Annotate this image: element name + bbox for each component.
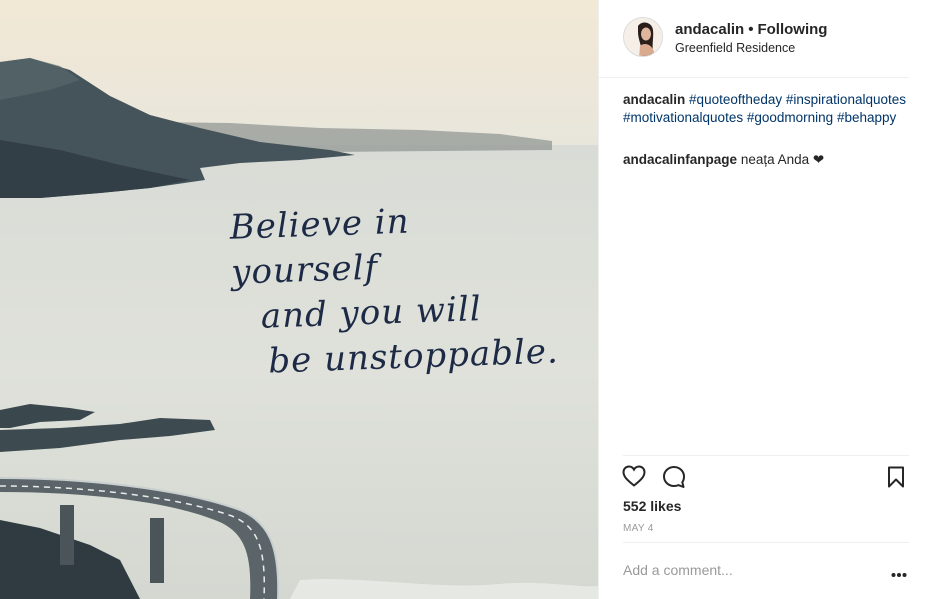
hashtag-link[interactable]: #goodmorning [747, 110, 833, 125]
post-card: Believe in yourself and you will be unst… [0, 0, 931, 599]
quote-text: Believe in yourself and you will be unst… [229, 194, 565, 385]
avatar-image [624, 18, 662, 56]
hashtag-link[interactable]: #quoteoftheday [689, 92, 782, 107]
quote-line: Believe in yourself [229, 201, 411, 293]
divider [623, 542, 909, 543]
comment-text: neața Anda ❤ [740, 152, 825, 167]
caption-username[interactable]: andacalin [623, 92, 685, 107]
post-date[interactable]: MAY 4 [623, 523, 654, 534]
hashtag-link[interactable]: #motivationalquotes [623, 110, 743, 125]
heart-icon[interactable] [622, 465, 646, 492]
comment-icon[interactable] [662, 465, 686, 494]
bookmark-icon[interactable] [887, 466, 905, 493]
add-comment-input[interactable] [623, 560, 873, 580]
hashtag-link[interactable]: #behappy [837, 110, 896, 125]
avatar[interactable] [623, 17, 663, 57]
likes-count[interactable]: 552 likes [623, 498, 681, 514]
hashtag-link[interactable]: #inspirationalquotes [786, 92, 906, 107]
more-options-icon[interactable] [891, 565, 907, 583]
separator-dot: • [748, 21, 754, 38]
post-header-title: andacalin • Following [675, 21, 827, 38]
location-link[interactable]: Greenfield Residence [675, 41, 795, 55]
username-link[interactable]: andacalin [675, 21, 744, 38]
comment-username[interactable]: andacalinfanpage [623, 152, 737, 167]
divider [623, 455, 909, 456]
following-button[interactable]: Following [757, 21, 827, 38]
post-sidebar: andacalin • Following Greenfield Residence… [598, 0, 931, 599]
comment-item: andacalinfanpage neața Anda ❤ [623, 151, 824, 169]
post-header: andacalin • Following Greenfield Residence [599, 0, 909, 78]
caption: andacalin #quoteoftheday #inspirationalq… [623, 91, 913, 127]
post-image[interactable]: Believe in yourself and you will be unst… [0, 0, 598, 599]
